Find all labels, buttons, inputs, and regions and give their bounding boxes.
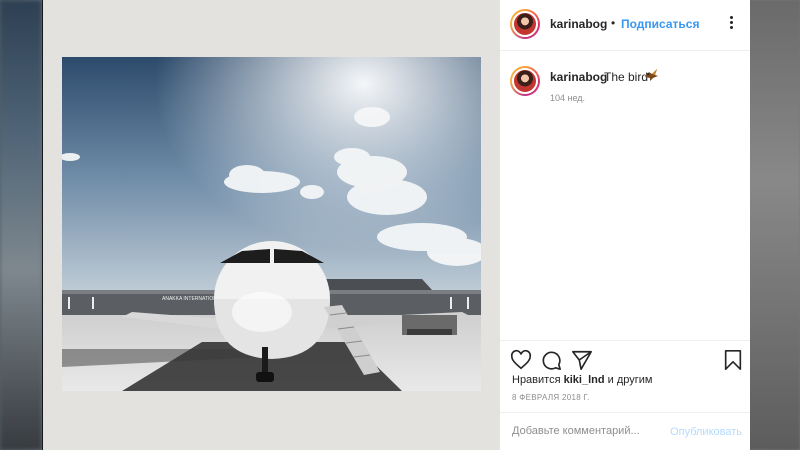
caption-row: karinabog The bird 104 нед. xyxy=(500,52,750,342)
comment-bar: Опубликовать xyxy=(500,412,750,450)
publish-button[interactable]: Опубликовать xyxy=(670,426,742,438)
caption-avatar[interactable] xyxy=(510,66,540,96)
post-date[interactable]: 8 ФЕВРАЛЯ 2018 Г. xyxy=(512,393,590,402)
share-icon[interactable] xyxy=(571,349,593,371)
post-age[interactable]: 104 нед. xyxy=(550,93,585,103)
post-side-panel: karinabog • Подписаться karinabog The bi… xyxy=(500,0,750,450)
post-photo[interactable]: ANAKKA INTERNATIONAL xyxy=(62,57,481,391)
separator-dot: • xyxy=(611,16,616,30)
comment-input[interactable] xyxy=(512,425,662,437)
heart-icon[interactable] xyxy=(510,349,532,371)
action-bar xyxy=(500,340,750,378)
follow-button[interactable]: Подписаться xyxy=(621,17,699,31)
bird-emoji-icon xyxy=(645,69,658,81)
comment-icon[interactable] xyxy=(540,349,562,371)
post-header: karinabog • Подписаться xyxy=(500,0,750,51)
likes-line: Нравится kiki_lnd и другим xyxy=(512,374,652,386)
avatar[interactable] xyxy=(510,9,540,39)
likes-user-link[interactable]: kiki_lnd xyxy=(564,374,605,386)
more-icon[interactable] xyxy=(722,12,742,32)
header-username[interactable]: karinabog xyxy=(550,17,607,31)
airplane-photo: ANAKKA INTERNATIONAL xyxy=(62,57,481,391)
likes-suffix-link[interactable]: и другим xyxy=(608,374,653,386)
caption-text: The bird xyxy=(604,70,649,84)
bookmark-icon[interactable] xyxy=(722,349,744,371)
media-pane: ANAKKA INTERNATIONAL xyxy=(43,0,500,450)
caption-username[interactable]: karinabog xyxy=(550,70,607,84)
likes-prefix: Нравится xyxy=(512,374,561,386)
